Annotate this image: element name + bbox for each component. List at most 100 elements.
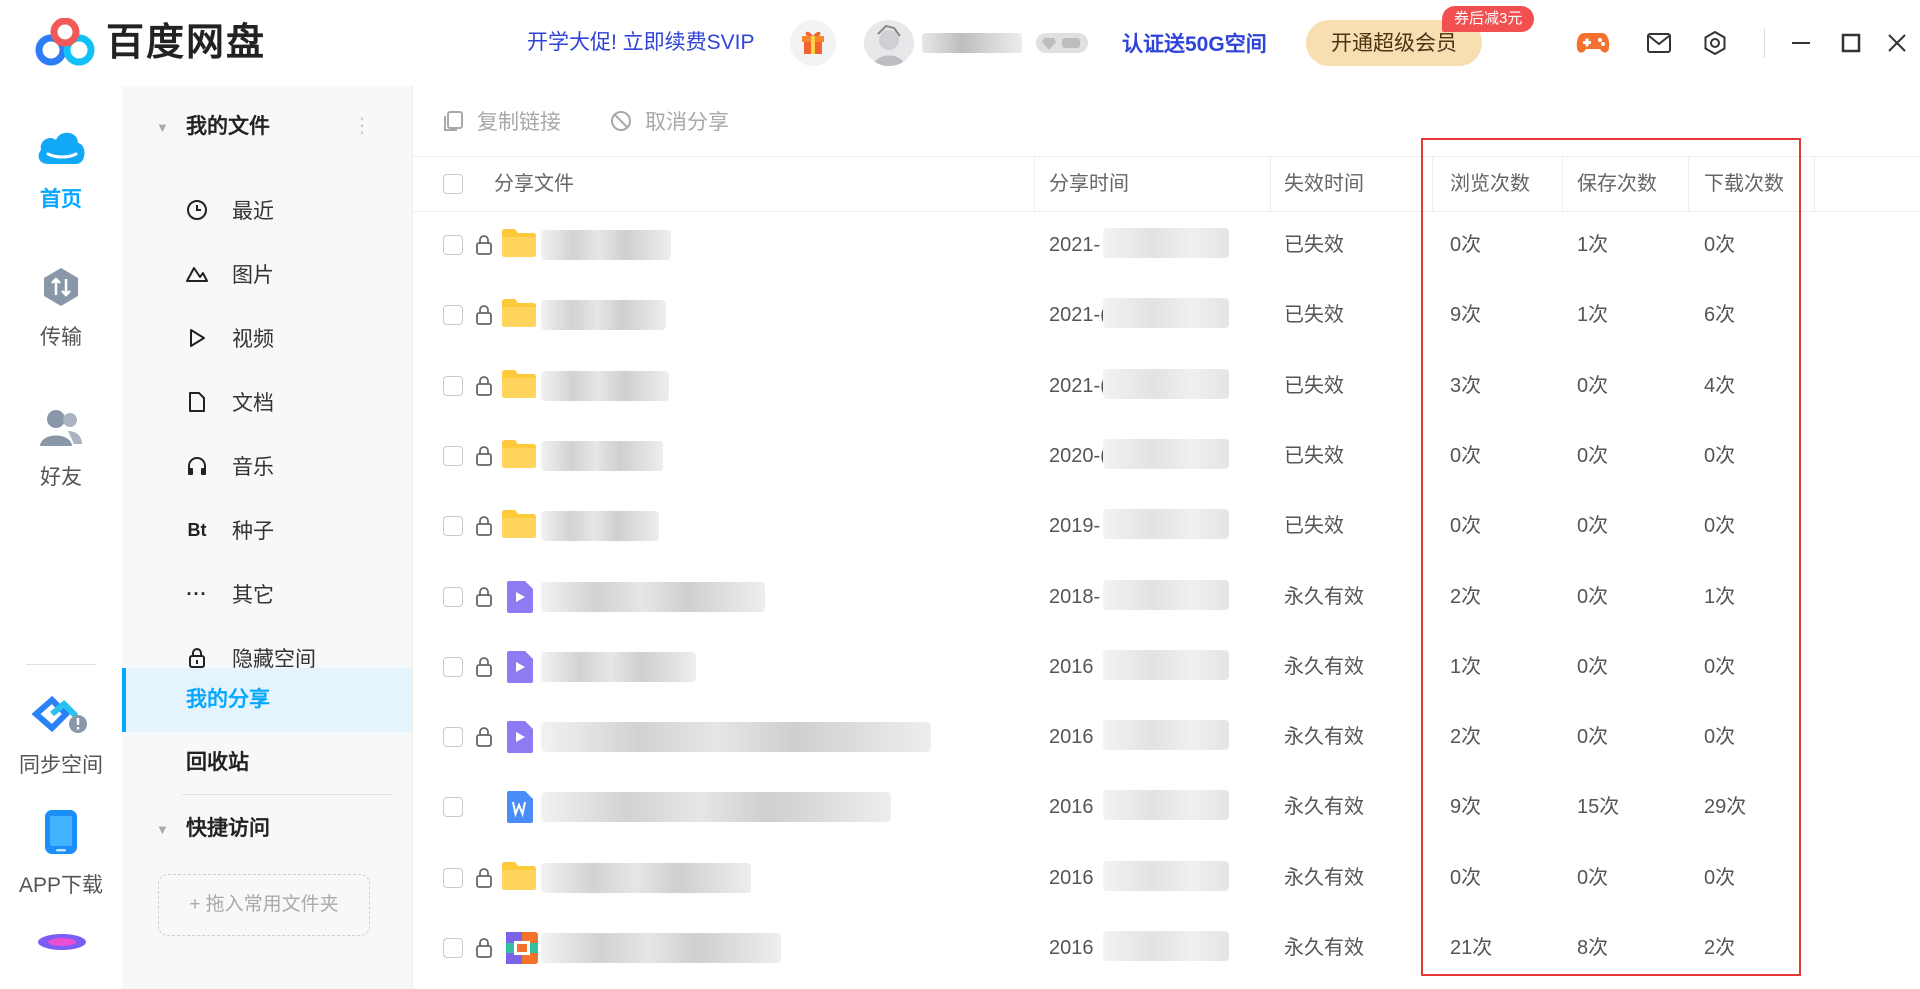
table-row[interactable]: 2020-( 已失效 0次 0次 0次 xyxy=(413,421,1920,491)
share-time: 2016 xyxy=(1049,655,1094,678)
row-checkbox[interactable] xyxy=(443,797,463,818)
add-favorite-folder-dropzone[interactable]: + 拖入常用文件夹 xyxy=(158,874,370,936)
nav-friends[interactable]: 好友 xyxy=(0,406,122,491)
file-name-redacted[interactable] xyxy=(541,792,891,823)
table-row[interactable]: 2021-( 已失效 9次 1次 6次 xyxy=(413,280,1920,350)
row-checkbox[interactable] xyxy=(443,516,463,537)
nav-home[interactable]: 首页 xyxy=(0,124,122,213)
column-header-views[interactable]: 浏览次数 xyxy=(1450,157,1530,211)
table-row[interactable]: 2016 永久有效 2次 0次 0次 xyxy=(413,702,1920,772)
row-checkbox[interactable] xyxy=(443,586,463,607)
select-all-checkbox[interactable] xyxy=(443,174,463,194)
row-checkbox[interactable] xyxy=(443,867,463,888)
table-row[interactable]: 2016 永久有效 21次 8次 2次 xyxy=(413,913,1920,983)
table-row[interactable]: 2016 永久有效 1次 0次 0次 xyxy=(413,632,1920,702)
nav-sync-space-label: 同步空间 xyxy=(19,754,103,777)
sidebar-item-label: 视频 xyxy=(232,328,274,351)
table-row[interactable]: 2019- 已失效 0次 0次 0次 xyxy=(413,491,1920,561)
download-count: 4次 xyxy=(1704,374,1736,397)
download-count: 0次 xyxy=(1704,515,1736,538)
sidebar-item-other[interactable]: ··· 其它 xyxy=(184,576,394,612)
sidebar-item-torrents[interactable]: Bt 种子 xyxy=(184,512,394,548)
sidebar-item-documents[interactable]: 文档 xyxy=(184,384,394,420)
table-row[interactable]: 2016 永久有效 9次 15次 29次 xyxy=(413,772,1920,842)
view-count: 0次 xyxy=(1450,515,1482,538)
sidebar-item-label: 图片 xyxy=(232,264,274,287)
column-header-expire-time[interactable]: 失效时间 xyxy=(1284,157,1364,211)
quick-access-heading[interactable]: 快捷访问 xyxy=(186,814,270,844)
file-name-redacted[interactable] xyxy=(541,370,669,401)
column-header-share-time[interactable]: 分享时间 xyxy=(1049,157,1129,211)
verify-link[interactable]: 认证送50G空间 xyxy=(1122,30,1267,60)
sidebar-item-videos[interactable]: 视频 xyxy=(184,320,394,356)
nav-transfer[interactable]: 传输 xyxy=(0,266,122,351)
file-name-redacted[interactable] xyxy=(541,862,751,893)
sidebar-item-recent[interactable]: 最近 xyxy=(184,192,394,228)
download-count: 0次 xyxy=(1704,234,1736,256)
side-panel: ▼ 我的文件 ⋮ 最近 图片 视频 文档 音乐 Bt 种子 ··· 其它 隐藏空… xyxy=(122,86,413,989)
file-name-redacted[interactable] xyxy=(541,581,765,612)
clock-icon xyxy=(184,199,210,221)
nav-app-download[interactable]: APP下载 xyxy=(0,808,122,899)
share-time: 2021- xyxy=(1049,234,1101,256)
row-checkbox[interactable] xyxy=(443,375,463,396)
share-time-redacted xyxy=(1103,720,1229,751)
user-avatar[interactable] xyxy=(864,20,914,66)
sidebar-item-my-share[interactable]: 我的分享 xyxy=(186,685,270,715)
table-row[interactable]: 2021- 已失效 0次 1次 0次 xyxy=(413,210,1920,280)
username-redacted[interactable] xyxy=(922,33,1022,53)
file-name-redacted[interactable] xyxy=(541,933,781,963)
sidebar-item-recycle-bin[interactable]: 回收站 xyxy=(186,748,249,778)
nav-sync-space[interactable]: 同步空间 xyxy=(0,695,122,779)
cancel-share-button[interactable]: 取消分享 xyxy=(609,106,729,136)
row-checkbox[interactable] xyxy=(443,235,463,255)
file-name-redacted[interactable] xyxy=(541,722,931,753)
share-time-redacted xyxy=(1103,228,1229,258)
minimize-icon[interactable] xyxy=(1784,26,1818,60)
save-count: 0次 xyxy=(1577,726,1609,749)
copy-link-button[interactable]: 复制链接 xyxy=(441,106,561,136)
vip-level-icon[interactable] xyxy=(1034,31,1090,55)
share-time: 2020-( xyxy=(1049,444,1107,467)
sidebar-item-label: 种子 xyxy=(232,520,274,543)
share-time-redacted xyxy=(1103,438,1229,469)
maximize-icon[interactable] xyxy=(1834,26,1868,60)
table-row[interactable]: 2021-( 已失效 3次 0次 4次 xyxy=(413,351,1920,421)
file-name-redacted[interactable] xyxy=(541,300,666,331)
column-header-downloads[interactable]: 下载次数 xyxy=(1704,157,1784,211)
row-checkbox[interactable] xyxy=(443,445,463,466)
share-time-redacted xyxy=(1103,509,1229,540)
settings-icon[interactable] xyxy=(1698,26,1732,60)
row-checkbox[interactable] xyxy=(443,656,463,677)
column-header-file[interactable]: 分享文件 xyxy=(494,157,574,211)
column-header-saves[interactable]: 保存次数 xyxy=(1577,157,1657,211)
row-checkbox[interactable] xyxy=(443,305,463,326)
file-name-redacted[interactable] xyxy=(541,511,659,542)
table-row[interactable]: 2018- 永久有效 2次 0次 1次 xyxy=(413,562,1920,632)
download-count: 6次 xyxy=(1704,304,1736,327)
nav-transfer-label: 传输 xyxy=(40,326,82,349)
file-name-redacted[interactable] xyxy=(541,230,671,260)
expire-status: 已失效 xyxy=(1284,234,1344,256)
more-vertical-icon[interactable]: ⋮ xyxy=(352,116,372,136)
row-checkbox[interactable] xyxy=(443,727,463,748)
phone-icon xyxy=(45,810,77,854)
file-name-redacted[interactable] xyxy=(541,440,663,471)
table-row[interactable]: 2016 永久有效 0次 0次 0次 xyxy=(413,843,1920,913)
file-name-redacted[interactable] xyxy=(541,651,696,682)
view-count: 2次 xyxy=(1450,585,1482,608)
cancel-share-label: 取消分享 xyxy=(645,111,729,134)
mail-icon[interactable] xyxy=(1642,26,1676,60)
app-brand: 百度网盘 xyxy=(106,22,267,64)
close-icon[interactable] xyxy=(1880,26,1914,60)
ai-assistant-icon[interactable] xyxy=(36,922,88,962)
sidebar-item-images[interactable]: 图片 xyxy=(184,256,394,292)
sidebar-item-music[interactable]: 音乐 xyxy=(184,448,394,484)
row-checkbox[interactable] xyxy=(443,938,463,958)
my-files-heading[interactable]: 我的文件 xyxy=(186,112,270,142)
promo-link[interactable]: 开学大促! 立即续费SVIP xyxy=(527,28,755,58)
caret-down-icon[interactable]: ▼ xyxy=(156,822,169,837)
gamepad-icon[interactable] xyxy=(1576,26,1610,60)
gift-icon[interactable] xyxy=(790,20,836,66)
caret-down-icon[interactable]: ▼ xyxy=(156,120,169,135)
